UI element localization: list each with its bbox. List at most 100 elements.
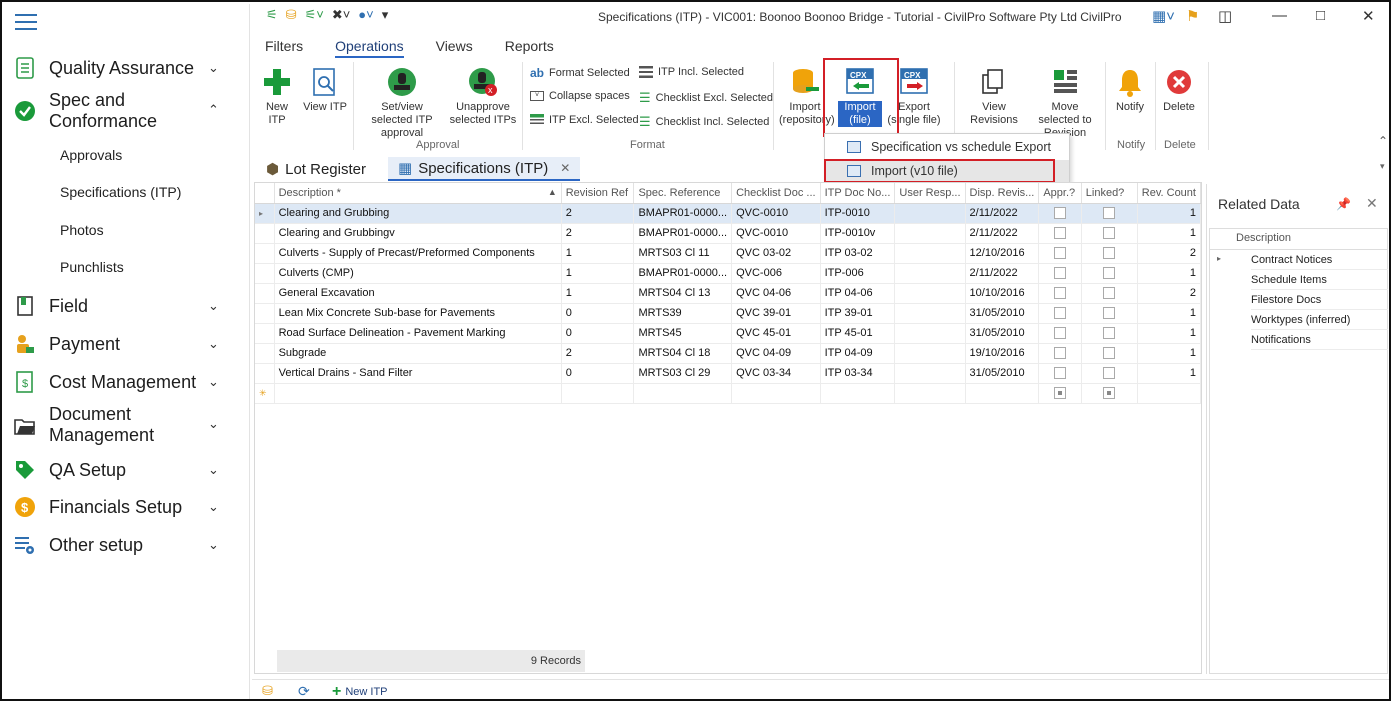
cell-user-resp[interactable] — [894, 283, 966, 304]
column-header-user-resp[interactable]: User Resp... — [894, 183, 966, 204]
chevron-up-icon[interactable]: ⌃ — [208, 102, 219, 118]
cell-description[interactable]: General Excavation — [274, 283, 562, 304]
menu-item-spec-vs-schedule-export[interactable]: Specification vs schedule Export — [825, 136, 1069, 158]
database-edit-icon[interactable]: ⛁ — [262, 683, 273, 699]
column-header-approved[interactable]: Appr.? — [1038, 183, 1082, 204]
view-itp-button[interactable]: View ITP — [302, 66, 348, 114]
cell-description[interactable]: Clearing and Grubbingv — [274, 223, 562, 244]
new-row-cell[interactable] — [965, 383, 1040, 404]
checkbox[interactable] — [1054, 347, 1067, 360]
table-row[interactable]: ▸ Clearing and Grubbing 2 BMAPR01-0000... QV… — [255, 203, 1202, 224]
table-row[interactable]: General Excavation 1 MRTS04 Cl 13 QVC 04-06… — [255, 283, 1202, 304]
itp-excl-selected-button[interactable]: ITP Excl. Selected — [530, 114, 639, 126]
column-header-disp-revision[interactable]: Disp. Revis... — [965, 183, 1040, 204]
checkbox[interactable] — [1103, 247, 1116, 260]
table-row[interactable]: Culverts (CMP) 1 BMAPR01-0000... QVC-006 ITP… — [255, 263, 1202, 284]
cell-revision-ref[interactable]: 2 — [561, 223, 635, 244]
table-row[interactable]: Road Surface Delineation - Pavement Mark… — [255, 323, 1202, 344]
related-item-schedule-items[interactable]: Schedule Items — [1251, 270, 1388, 290]
chevron-down-icon[interactable]: ⌄ — [208, 374, 219, 390]
column-header-rev-count[interactable]: Rev. Count — [1137, 183, 1202, 204]
cell-disp-revision[interactable]: 10/10/2016 — [965, 283, 1040, 304]
cell-rev-count[interactable]: 2 — [1137, 243, 1202, 264]
new-row-cell[interactable] — [633, 383, 733, 404]
cell-revision-ref[interactable]: 1 — [561, 263, 635, 284]
cell-spec-reference[interactable]: MRTS03 Cl 11 — [633, 243, 733, 264]
notify-button[interactable]: Notify — [1112, 66, 1148, 114]
cell-itp-doc-no[interactable]: ITP 04-06 — [820, 283, 896, 304]
new-row-cell[interactable] — [1038, 383, 1082, 404]
cell-revision-ref[interactable]: 1 — [561, 243, 635, 264]
nav-payment[interactable]: Payment ⌄ — [4, 332, 250, 356]
column-header-revision-ref[interactable]: Revision Ref — [561, 183, 635, 204]
cell-checklist-doc[interactable]: QVC 03-34 — [731, 363, 821, 384]
cell-description[interactable]: Culverts - Supply of Precast/Preformed C… — [274, 243, 562, 264]
checkbox[interactable] — [1103, 287, 1116, 300]
cell-linked[interactable] — [1081, 283, 1138, 304]
cell-itp-doc-no[interactable]: ITP-006 — [820, 263, 896, 284]
cell-linked[interactable] — [1081, 203, 1138, 224]
expand-arrow-icon[interactable]: ▸ — [1217, 254, 1221, 263]
cell-checklist-doc[interactable]: QVC 04-06 — [731, 283, 821, 304]
chevron-down-icon[interactable]: ⌄ — [208, 60, 219, 76]
cell-disp-revision[interactable]: 2/11/2022 — [965, 203, 1040, 224]
checkbox[interactable] — [1103, 347, 1116, 360]
bottom-new-itp-button[interactable]: + New ITP — [332, 683, 388, 699]
checkbox[interactable] — [1054, 267, 1067, 280]
minimize-icon[interactable]: — — [1272, 7, 1287, 24]
cell-revision-ref[interactable]: 0 — [561, 363, 635, 384]
cell-rev-count[interactable]: 1 — [1137, 303, 1202, 324]
checkbox[interactable] — [1103, 367, 1116, 380]
checkbox[interactable] — [1054, 247, 1067, 260]
cell-linked[interactable] — [1081, 243, 1138, 264]
nav-quality-assurance[interactable]: Quality Assurance ⌄ — [4, 56, 250, 80]
nav-document-management[interactable]: Document Management ⌄ — [4, 404, 250, 448]
new-row-cell[interactable] — [894, 383, 966, 404]
cell-itp-doc-no[interactable]: ITP-0010v — [820, 223, 896, 244]
checkbox[interactable] — [1103, 307, 1116, 320]
cell-spec-reference[interactable]: MRTS45 — [633, 323, 733, 344]
row-indicator[interactable] — [255, 363, 275, 384]
qat-tool-icon[interactable]: ⚟ — [266, 7, 278, 23]
notification-bell-icon[interactable]: ⚑ — [1186, 7, 1199, 25]
cell-checklist-doc[interactable]: QVC 45-01 — [731, 323, 821, 344]
cell-disp-revision[interactable]: 19/10/2016 — [965, 343, 1040, 364]
cell-user-resp[interactable] — [894, 263, 966, 284]
set-approval-button[interactable]: Set/view selected ITP approval — [360, 66, 444, 140]
row-indicator[interactable] — [255, 263, 275, 284]
cell-user-resp[interactable] — [894, 343, 966, 364]
qat-database-icon[interactable]: ⛁ — [286, 7, 297, 23]
pin-icon[interactable]: 📌 — [1336, 197, 1351, 211]
cell-linked[interactable] — [1081, 303, 1138, 324]
cell-itp-doc-no[interactable]: ITP 03-02 — [820, 243, 896, 264]
cell-revision-ref[interactable]: 1 — [561, 283, 635, 304]
cell-linked[interactable] — [1081, 323, 1138, 344]
tabs-dropdown-icon[interactable]: ▾ — [1380, 161, 1385, 172]
delete-button[interactable]: Delete — [1160, 66, 1198, 114]
cell-disp-revision[interactable]: 2/11/2022 — [965, 263, 1040, 284]
checkbox[interactable] — [1054, 307, 1067, 320]
checkbox[interactable] — [1054, 227, 1067, 240]
collapse-spaces-button[interactable]: ˅ Collapse spaces — [530, 90, 630, 102]
cell-rev-count[interactable]: 1 — [1137, 223, 1202, 244]
cell-checklist-doc[interactable]: QVC-0010 — [731, 223, 821, 244]
sub-item-photos[interactable]: Photos — [60, 222, 104, 238]
refresh-icon[interactable]: ⟳ — [298, 683, 310, 699]
cell-user-resp[interactable] — [894, 243, 966, 264]
cell-user-resp[interactable] — [894, 363, 966, 384]
related-item-worktypes[interactable]: Worktypes (inferred) — [1251, 310, 1388, 330]
checkbox[interactable] — [1103, 267, 1116, 280]
chevron-down-icon[interactable]: ⌄ — [208, 416, 219, 432]
layout-icon[interactable]: ◫ — [1218, 7, 1232, 25]
new-row-cell[interactable] — [561, 383, 635, 404]
cell-description[interactable]: Culverts (CMP) — [274, 263, 562, 284]
tab-filters[interactable]: Filters — [265, 38, 303, 58]
nav-financials-setup[interactable]: $ Financials Setup ⌄ — [4, 495, 250, 519]
new-row-cell[interactable] — [1137, 383, 1202, 404]
collapse-ribbon-icon[interactable]: ⌃ — [1378, 134, 1388, 148]
cell-approved[interactable] — [1038, 343, 1082, 364]
cell-rev-count[interactable]: 1 — [1137, 203, 1202, 224]
new-row-cell[interactable] — [820, 383, 896, 404]
cell-user-resp[interactable] — [894, 303, 966, 324]
column-header-description[interactable]: Description * ▲ — [274, 183, 562, 204]
